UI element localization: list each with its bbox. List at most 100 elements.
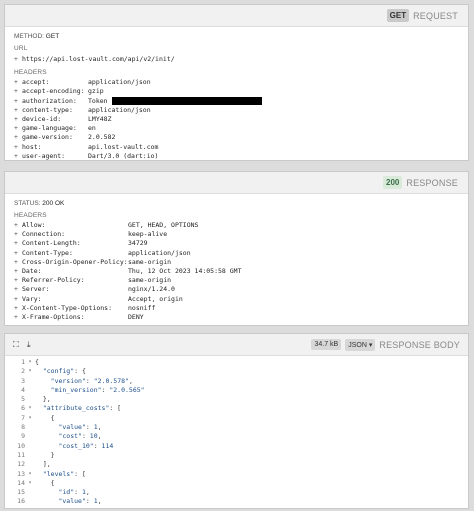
- line-number: 13: [17, 469, 25, 478]
- expand-plus-icon[interactable]: +: [14, 221, 22, 230]
- header-row[interactable]: + Connection: keep-alive: [5, 230, 468, 239]
- code-text: "value": 1,: [58, 423, 102, 432]
- header-row[interactable]: + accept-encoding: gzip: [5, 87, 468, 96]
- header-row[interactable]: + game-version: 2.0.582: [5, 133, 468, 142]
- expand-plus-icon[interactable]: +: [14, 152, 22, 161]
- expand-plus-icon[interactable]: +: [14, 55, 22, 64]
- expand-plus-icon[interactable]: +: [14, 143, 22, 152]
- fold-toggle-icon[interactable]: ▾: [25, 470, 35, 479]
- expand-plus-icon[interactable]: +: [14, 78, 22, 87]
- url-row[interactable]: + https://api.lost-vault.com/api/v2/init…: [5, 55, 468, 64]
- line-number: 4: [21, 385, 25, 394]
- line-number: 16: [17, 497, 25, 506]
- code-text: "cost": 10,: [58, 432, 102, 441]
- header-row[interactable]: + Server: nginx/1.24.0: [5, 285, 468, 294]
- header-row[interactable]: + user-agent: Dart/3.0 (dart:io): [5, 152, 468, 161]
- header-row[interactable]: + host: api.lost-vault.com: [5, 143, 468, 152]
- expand-plus-icon[interactable]: +: [14, 115, 22, 124]
- fold-toggle-icon[interactable]: ▾: [25, 367, 35, 376]
- header-value: GET, HEAD, OPTIONS: [128, 221, 199, 229]
- header-row[interactable]: + Content-Length: 34729: [5, 239, 468, 248]
- header-row[interactable]: + X-Frame-Options: DENY: [5, 313, 468, 322]
- header-key: Content-Length:: [22, 239, 81, 248]
- request-headers-list: + accept: application/json + accept-encoding…: [5, 78, 468, 161]
- method-label: METHOD:: [14, 33, 44, 40]
- method-row: METHOD: GET: [5, 33, 468, 40]
- expand-plus-icon[interactable]: +: [14, 106, 22, 115]
- code-line: 1 ▾{: [5, 358, 468, 367]
- expand-plus-icon[interactable]: +: [14, 249, 22, 258]
- header-key: Cross-Origin-Opener-Policy:: [22, 257, 128, 266]
- expand-plus-icon[interactable]: +: [14, 97, 22, 106]
- fold-toggle-icon[interactable]: ▾: [25, 358, 35, 367]
- expand-plus-icon[interactable]: +: [14, 304, 22, 313]
- expand-plus-icon[interactable]: +: [14, 124, 22, 133]
- expand-plus-icon[interactable]: +: [14, 133, 22, 142]
- response-headers-label: HEADERS: [14, 212, 47, 219]
- fold-toggle-icon[interactable]: ▾: [25, 479, 35, 488]
- header-value: same-origin: [128, 276, 172, 285]
- header-key: accept:: [22, 78, 50, 87]
- header-value: Token: [88, 96, 108, 105]
- header-row[interactable]: + X-Content-Type-Options: nosniff: [5, 304, 468, 313]
- header-key: user-agent:: [22, 151, 66, 160]
- expand-plus-icon[interactable]: +: [14, 285, 22, 294]
- request-header[interactable]: GET REQUEST: [5, 5, 468, 27]
- fold-toggle-icon[interactable]: ▾: [25, 414, 35, 423]
- response-header[interactable]: 200 RESPONSE: [5, 172, 468, 194]
- header-row[interactable]: + Allow: GET, HEAD, OPTIONS: [5, 221, 468, 230]
- header-value: keep-alive: [128, 230, 168, 239]
- header-row[interactable]: + content-type: application/json: [5, 106, 468, 115]
- expand-plus-icon[interactable]: +: [14, 313, 22, 322]
- expand-plus-icon[interactable]: +: [14, 258, 22, 267]
- fold-toggle-icon[interactable]: ▾: [25, 404, 35, 413]
- expand-plus-icon[interactable]: +: [14, 87, 22, 96]
- expand-plus-icon[interactable]: +: [14, 230, 22, 239]
- header-row[interactable]: + accept: application/json: [5, 78, 468, 87]
- code-text: "config": {: [42, 367, 86, 376]
- code-line: 3 "version": "2.0.578",: [5, 377, 468, 386]
- header-row[interactable]: + Referrer-Policy: same-origin: [5, 276, 468, 285]
- header-row[interactable]: + Vary: Accept, origin: [5, 295, 468, 304]
- method-badge: GET: [386, 9, 410, 22]
- expand-plus-icon[interactable]: +: [14, 267, 22, 276]
- header-value: DENY: [128, 313, 144, 322]
- header-value: Thu, 12 Oct 2023 14:05:58 GMT: [128, 267, 242, 276]
- header-value: gzip: [88, 87, 104, 96]
- header-row[interactable]: + game-language: en: [5, 124, 468, 133]
- code-text: "id": 1,: [58, 488, 90, 497]
- expand-plus-icon[interactable]: +: [14, 239, 22, 248]
- url-value: https://api.lost-vault.com/api/v2/init/: [22, 55, 175, 63]
- header-key: authorization:: [22, 96, 77, 105]
- header-row[interactable]: + Cross-Origin-Opener-Policy: same-origin: [5, 258, 468, 267]
- header-row[interactable]: + authorization: Token: [5, 96, 468, 106]
- header-value: Accept, origin: [128, 294, 183, 303]
- line-number: 5: [21, 395, 25, 404]
- download-icon[interactable]: ⤓: [27, 340, 41, 350]
- header-key: X-Content-Type-Options:: [22, 303, 113, 312]
- code-text: {: [35, 358, 39, 366]
- header-row[interactable]: + device-id: LMY48Z: [5, 115, 468, 124]
- code-line: 9 "cost": 10,: [5, 432, 468, 441]
- line-number: 3: [21, 376, 25, 385]
- json-code-view[interactable]: 1 ▾{2 ▾ "config": {3 "version": "2.0.578",…: [5, 358, 468, 508]
- header-row[interactable]: + Date: Thu, 12 Oct 2023 14:05:58 GMT: [5, 267, 468, 276]
- expand-plus-icon[interactable]: +: [14, 276, 22, 285]
- header-row[interactable]: + Content-Type: application/json: [5, 249, 468, 258]
- header-key: content-type:: [22, 105, 73, 114]
- code-text: "attribute_costs": [: [42, 404, 122, 413]
- format-select[interactable]: JSON ▾: [345, 338, 376, 351]
- expand-plus-icon[interactable]: +: [14, 295, 22, 304]
- header-value: en: [88, 124, 96, 133]
- line-number: 2: [21, 367, 25, 376]
- expand-icon[interactable]: ⛶: [13, 340, 27, 350]
- response-body-title: RESPONSE BODY: [379, 339, 460, 350]
- line-number: 12: [17, 460, 25, 469]
- line-number: 11: [17, 450, 25, 459]
